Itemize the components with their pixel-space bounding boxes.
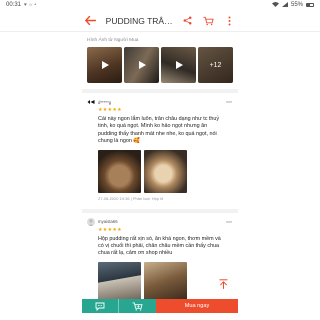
review-text: Cái này ngon lắm luôn, trân châu dạng nh… bbox=[98, 116, 220, 145]
scroll-to-top-icon[interactable] bbox=[217, 278, 229, 290]
review-more-icon[interactable] bbox=[225, 98, 233, 106]
play-icon bbox=[176, 61, 183, 69]
more-vertical-icon[interactable] bbox=[220, 12, 238, 30]
status-bar: 00:31 ♥ ☼ • 55% bbox=[0, 0, 320, 10]
buyer-photo-more[interactable]: +12 bbox=[198, 47, 233, 83]
notification-icons: ♥ ☼ • bbox=[24, 2, 37, 8]
buyer-photos-label: Hình Ảnh từ Người Mua bbox=[87, 38, 139, 43]
buy-now-button[interactable]: Mua ngay bbox=[156, 299, 238, 313]
signal-icon bbox=[281, 1, 288, 9]
buyer-photo[interactable] bbox=[87, 47, 122, 83]
play-icon bbox=[102, 61, 109, 69]
bottom-action-bar: Mua ngay bbox=[82, 299, 238, 313]
add-to-cart-icon bbox=[132, 301, 143, 311]
chat-icon bbox=[95, 302, 105, 311]
review-meta: 27-08-2020 19:36 | Phân loại: Hộp lẻ bbox=[98, 195, 164, 201]
avatar bbox=[87, 217, 95, 226]
reviews-content: Hình Ảnh từ Người Mua +12 d*****g ★★★★★ … bbox=[82, 32, 238, 304]
nav-spacer bbox=[0, 313, 320, 320]
rating-stars: ★★★★★ bbox=[98, 226, 122, 233]
status-time: 00:31 bbox=[6, 2, 22, 8]
review-photo[interactable] bbox=[98, 261, 141, 300]
product-title: PUDDING TRÂN CHÂ... bbox=[105, 15, 178, 26]
back-arrow-icon[interactable] bbox=[82, 10, 100, 32]
review-username: d*****g bbox=[98, 99, 112, 105]
share-icon[interactable] bbox=[178, 12, 196, 30]
review-username: myaista66 bbox=[98, 219, 118, 225]
battery-icon bbox=[306, 3, 314, 7]
battery-percent: 55% bbox=[290, 2, 303, 8]
review-photo[interactable] bbox=[144, 261, 187, 300]
wifi-icon bbox=[271, 1, 279, 9]
buyer-photo[interactable] bbox=[161, 47, 196, 83]
cart-icon[interactable] bbox=[199, 12, 217, 30]
buyer-photo[interactable] bbox=[124, 47, 159, 83]
play-icon bbox=[139, 61, 146, 69]
rating-stars: ★★★★★ bbox=[98, 107, 122, 113]
chat-button[interactable] bbox=[82, 299, 119, 313]
review-item: d*****g ★★★★★ Cái này ngon lắm luôn, trâ… bbox=[82, 93, 238, 205]
more-photos-count: +12 bbox=[198, 47, 233, 83]
buyer-photos-strip: +12 bbox=[82, 47, 238, 83]
top-app-bar: PUDDING TRÂN CHÂ... bbox=[0, 10, 320, 32]
review-text: Hộp pudding rất xịn sò, ăn khá ngon, thơ… bbox=[98, 235, 221, 257]
review-photo[interactable] bbox=[144, 149, 187, 193]
review-photo[interactable] bbox=[98, 149, 141, 193]
avatar bbox=[87, 98, 95, 106]
review-more-icon[interactable] bbox=[225, 218, 233, 226]
review-item: myaista66 ★★★★★ Hộp pudding rất xịn sò, … bbox=[82, 213, 238, 304]
add-to-cart-button[interactable] bbox=[119, 299, 156, 313]
